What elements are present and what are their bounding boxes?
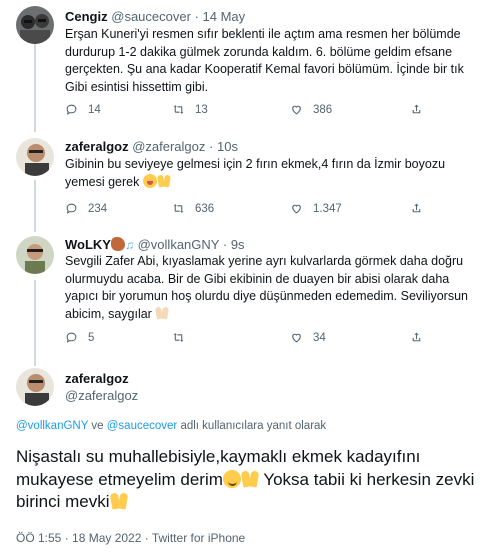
tweet-header: Cengiz @saucecover · 14 May — [65, 9, 245, 25]
retweet-button[interactable]: 13 — [172, 103, 208, 116]
retweet-count: 13 — [195, 103, 208, 116]
share-icon — [412, 203, 421, 213]
user-handle[interactable]: @zaferalgoz — [132, 139, 205, 154]
reply-count: 5 — [88, 331, 95, 344]
retweet-button[interactable]: 636 — [172, 202, 214, 215]
share-icon — [412, 104, 421, 114]
reply-icon — [66, 203, 77, 214]
winking-tongue-emoji-icon — [142, 173, 157, 188]
tweet-actions: 14 13 386 — [65, 103, 445, 119]
tweet-text-container: Gibinin bu seviyeye gelmesi için 2 fırın… — [65, 156, 485, 191]
tweet-header: zaferalgoz @zaferalgoz · 10s — [65, 139, 238, 155]
separator: · — [209, 139, 214, 154]
reply-button[interactable]: 14 — [65, 103, 101, 116]
mention-link[interactable]: @saucecover — [107, 420, 177, 432]
like-count: 386 — [313, 103, 333, 116]
retweet-button[interactable] — [172, 331, 195, 344]
reply-icon — [66, 104, 77, 115]
reply-button[interactable]: 234 — [65, 202, 107, 215]
reply-count: 234 — [88, 202, 108, 215]
like-icon — [292, 105, 301, 115]
replying-suffix: adlı kullanıcılara yanıt olarak — [180, 420, 327, 432]
folded-hands-emoji-icon — [157, 174, 171, 188]
tweet-header: WoLKY ♫ @vollkanGNY · 9s — [65, 237, 245, 253]
guitar-emoji-icon — [110, 237, 125, 251]
main-tweet-text: Nişastalı su muhallebisiyle,kaymaklı ekm… — [16, 446, 486, 514]
main-tweet-handle[interactable]: @zaferalgoz — [65, 388, 138, 404]
reply-count: 14 — [88, 103, 101, 116]
tweet-actions: 234 636 1.347 — [65, 202, 445, 218]
replying-joiner: ve — [91, 420, 104, 432]
main-tweet-name[interactable]: zaferalgoz — [65, 371, 129, 387]
folded-hands-emoji-icon — [110, 492, 128, 510]
display-name[interactable]: zaferalgoz — [65, 139, 129, 154]
display-name[interactable]: WoLKY — [65, 237, 111, 252]
tweet-time[interactable]: 10s — [217, 139, 238, 154]
display-name[interactable]: zaferalgoz — [65, 371, 129, 386]
like-button[interactable]: 386 — [290, 103, 332, 116]
retweet-icon — [173, 333, 184, 342]
like-icon — [292, 333, 301, 343]
like-button[interactable]: 34 — [290, 331, 326, 344]
user-handle[interactable]: @saucecover — [111, 9, 191, 24]
reply-icon — [66, 332, 77, 343]
reply-button[interactable]: 5 — [65, 331, 94, 344]
like-button[interactable]: 1.347 — [290, 202, 342, 215]
tweet-text: Gibinin bu seviyeye gelmesi için 2 fırın… — [65, 157, 446, 189]
separator: · — [222, 237, 228, 252]
like-count: 34 — [313, 331, 326, 344]
avatar[interactable] — [16, 236, 54, 274]
avatar[interactable] — [16, 138, 54, 176]
tweet-text: Sevgili Zafer Abi, kıyaslamak yerine ayr… — [65, 254, 468, 321]
tweet-text: Erşan Kuneri'yi resmen sıfır beklenti il… — [65, 27, 464, 94]
thread-connector — [34, 180, 36, 232]
retweet-icon — [173, 204, 184, 213]
share-button[interactable] — [410, 103, 423, 116]
folded-hands-emoji-icon — [155, 306, 169, 320]
tweet-timestamp[interactable]: ÖÖ 1:55 · 18 May 2022 · Twitter for iPho… — [16, 531, 245, 545]
tweet-text-container: Sevgili Zafer Abi, kıyaslamak yerine ayr… — [65, 253, 485, 323]
retweet-count: 636 — [195, 202, 215, 215]
thread-connector — [34, 280, 36, 366]
smiling-face-emoji-icon — [222, 469, 241, 488]
folded-hands-emoji-icon — [241, 470, 259, 488]
mention-link[interactable]: @vollkanGNY — [16, 420, 88, 432]
share-button[interactable] — [410, 331, 423, 344]
user-handle[interactable]: @zaferalgoz — [65, 388, 138, 403]
replying-to: @vollkanGNY ve @saucecover adlı kullanıc… — [16, 420, 326, 432]
retweet-icon — [173, 105, 184, 114]
tweet-actions: 5 34 — [65, 331, 445, 347]
avatar[interactable] — [16, 368, 54, 406]
display-name[interactable]: Cengiz — [65, 9, 108, 24]
share-button[interactable] — [410, 202, 423, 215]
user-handle[interactable]: @vollkanGNY — [138, 237, 220, 252]
like-icon — [292, 204, 301, 214]
like-count: 1.347 — [313, 202, 342, 215]
separator: · — [194, 9, 199, 24]
tweet-time[interactable]: 14 May — [203, 9, 246, 24]
music-notes-icon: ♫ — [124, 238, 134, 252]
avatar[interactable] — [16, 6, 54, 44]
tweet-time[interactable]: 9s — [231, 237, 245, 252]
thread-connector — [34, 44, 36, 132]
share-icon — [412, 332, 421, 342]
